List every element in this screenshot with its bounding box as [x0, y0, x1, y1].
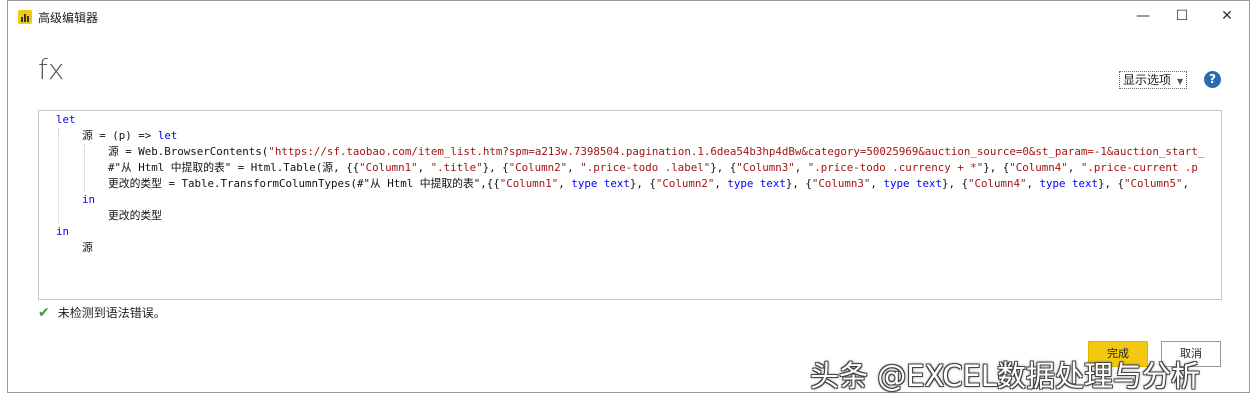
code-token: let [157, 129, 178, 142]
code-token: "Column4" [1009, 161, 1068, 174]
code-token: "Column2" [508, 161, 568, 174]
code-token: let [56, 113, 76, 126]
code-token: ".price-todo .label" [580, 161, 711, 174]
display-options-label: 显示选项 [1123, 73, 1172, 87]
code-token: }, { [941, 177, 968, 190]
code-token: , [558, 177, 572, 190]
code-token: ".title" [430, 161, 483, 174]
code-token: 更改的类型 = Table.TransformColumnTypes(#"从 H… [108, 177, 500, 190]
code-token: type text [571, 177, 630, 190]
code-token: }, { [482, 161, 509, 174]
code-token: type text [883, 177, 942, 190]
code-token: }, { [1098, 177, 1125, 190]
code-token: , [794, 161, 808, 174]
code-token: , [417, 161, 431, 174]
watermark: 头条 @EXCEL数据处理与分析 [810, 359, 1201, 393]
code-token: #"从 Html 中提取的表" = Html.Table(源, {{ [108, 161, 360, 174]
check-icon: ✔ [38, 305, 50, 321]
code-token: , [1067, 161, 1081, 174]
code-line[interactable]: 源 = Web.BrowserContents("https://sf.taob… [56, 144, 1204, 160]
code-token: , [1026, 177, 1040, 190]
code-token: , [714, 177, 728, 190]
maximize-button[interactable]: ☐ [1168, 5, 1196, 27]
close-button[interactable]: ✕ [1213, 5, 1241, 27]
code-token: in [82, 193, 96, 206]
code-token: }, { [629, 177, 656, 190]
code-line[interactable]: in [56, 224, 1204, 240]
code-token: "Column5" [1124, 177, 1183, 190]
power-bi-icon [18, 10, 32, 24]
code-token: "Column1" [499, 177, 559, 190]
advanced-editor-window: 高级编辑器 — ☐ ✕ fx 显示选项 ▼ ? let 源 = (p) => let… [7, 0, 1250, 393]
chevron-down-icon: ▼ [1177, 77, 1184, 86]
window-title: 高级编辑器 [38, 11, 99, 25]
syntax-status: ✔ 未检测到语法错误。 [38, 304, 166, 321]
code-token: 更改的类型 [108, 209, 162, 222]
code-token: type text [727, 177, 786, 190]
code-line[interactable]: 源 = (p) => let [56, 128, 1204, 144]
code-token: in [56, 225, 70, 238]
code-token: "Column2" [655, 177, 715, 190]
code-line[interactable]: 更改的类型 [56, 208, 1204, 224]
code-line[interactable]: #"从 Html 中提取的表" = Html.Table(源, {{"Colum… [56, 160, 1204, 176]
code-line[interactable]: let [56, 112, 1204, 128]
code-token: "https://sf.taobao.com/item_list.htm?spm… [268, 145, 1205, 158]
code-token: "Column3" [811, 177, 871, 190]
code-token: 源 [82, 241, 93, 254]
code-token: }, { [710, 161, 737, 174]
display-options-dropdown[interactable]: 显示选项 ▼ [1119, 71, 1188, 89]
code-token: 源 = (p) => [82, 129, 158, 142]
code-token: ".price-todo .currency + *" [807, 161, 984, 174]
code-line[interactable]: in [56, 192, 1204, 208]
help-icon[interactable]: ? [1204, 71, 1221, 88]
code-line[interactable]: 更改的类型 = Table.TransformColumnTypes(#"从 H… [56, 176, 1204, 192]
code-text[interactable]: let 源 = (p) => let 源 = Web.BrowserContents… [56, 112, 1204, 256]
code-token: }, { [785, 177, 812, 190]
code-token: , [567, 161, 581, 174]
code-token: "Column3" [736, 161, 795, 174]
code-token: "Column4" [967, 177, 1027, 190]
code-token: 源 = Web.BrowserContents( [108, 145, 269, 158]
minimize-button[interactable]: — [1129, 5, 1157, 27]
code-token: ".price-current .p [1080, 161, 1198, 174]
code-token: , [870, 177, 884, 190]
fx-icon: fx [38, 53, 65, 86]
code-token: "Column1" [359, 161, 418, 174]
code-editor[interactable]: let 源 = (p) => let 源 = Web.BrowserContents… [38, 110, 1222, 300]
code-line[interactable]: 源 [56, 240, 1204, 256]
code-token: , [1182, 177, 1190, 190]
code-token: }, { [983, 161, 1010, 174]
code-token: type text [1039, 177, 1099, 190]
title-bar: 高级编辑器 — ☐ ✕ [8, 1, 1249, 31]
status-text: 未检测到语法错误。 [57, 306, 166, 320]
